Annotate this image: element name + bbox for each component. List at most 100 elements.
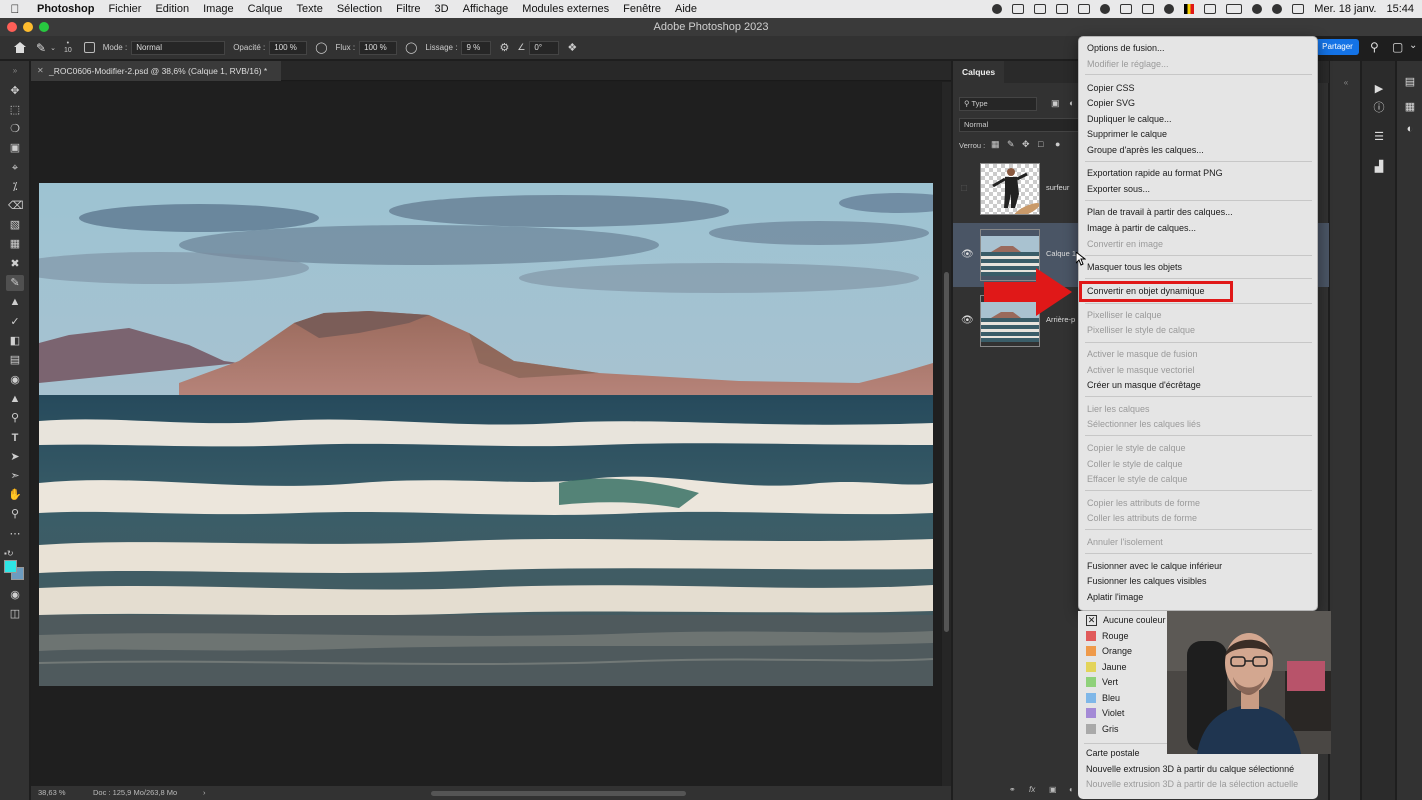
brush-size[interactable]: 10 <box>64 47 72 55</box>
link-icon[interactable]: ⚭ <box>1009 785 1016 794</box>
layer-name[interactable]: surfeur <box>1046 183 1069 192</box>
fx-icon[interactable]: fx <box>1029 785 1035 794</box>
menu-3d[interactable]: 3D <box>428 3 456 15</box>
color-item-gris[interactable]: Gris <box>1086 722 1119 736</box>
menu-item-supprimer[interactable]: Supprimer le calque <box>1087 127 1167 141</box>
bandage-icon[interactable]: ▧ <box>8 219 22 231</box>
control-center-icon[interactable] <box>1292 4 1305 14</box>
clock-time[interactable]: 15:44 <box>1386 3 1414 15</box>
menu-item-extrusion-calque[interactable]: Nouvelle extrusion 3D à partir du calque… <box>1086 762 1294 776</box>
home-icon[interactable] <box>14 42 26 53</box>
camera-icon[interactable] <box>1034 4 1047 14</box>
lock-artboard-icon[interactable]: □ <box>1038 139 1043 149</box>
dodge-icon[interactable]: ▲ <box>8 393 22 405</box>
swatches-icon[interactable]: ▦ <box>1404 101 1416 113</box>
history-brush-icon[interactable]: ✓ <box>8 316 22 328</box>
workspace-icon[interactable]: ▢ <box>1392 40 1403 54</box>
color-item-jaune[interactable]: Jaune <box>1086 660 1127 674</box>
zoom-window-icon[interactable] <box>39 22 49 32</box>
properties-icon[interactable]: ☰ <box>1373 131 1385 143</box>
eyedropper-icon[interactable]: ⁒ <box>8 181 22 193</box>
adjustments-icon[interactable]: ◐ <box>1404 123 1416 135</box>
play-icon[interactable]: ▶ <box>1373 83 1385 95</box>
mode-select[interactable]: Normal <box>131 40 226 55</box>
angle-field[interactable]: 0° <box>529 40 560 55</box>
chevron-down-icon[interactable]: ⌄ <box>50 44 56 52</box>
bluetooth-icon[interactable] <box>1204 4 1217 14</box>
stamp-icon[interactable]: ▲ <box>8 296 22 308</box>
adjustment-filter-icon[interactable]: ◐ <box>1069 98 1074 108</box>
path-select-icon[interactable]: ➤ <box>8 451 22 463</box>
brush-settings-icon[interactable] <box>83 42 95 53</box>
share-button[interactable]: Partager <box>1316 39 1359 55</box>
vertical-scrollbar[interactable] <box>942 82 951 786</box>
menu-aide[interactable]: Aide <box>668 3 704 15</box>
canvas-image[interactable] <box>39 183 933 686</box>
clipboard-icon[interactable] <box>1078 4 1091 14</box>
frame-icon[interactable]: ▦ <box>8 238 22 250</box>
hand-icon[interactable]: ✋ <box>8 489 22 501</box>
color-item-vert[interactable]: Vert <box>1086 675 1118 689</box>
mask-icon[interactable]: ▣ <box>1049 785 1057 794</box>
panel-expand-icon[interactable]: « <box>1340 77 1352 89</box>
lasso-icon[interactable]: ❍ <box>8 123 22 135</box>
blur-icon[interactable]: ◉ <box>8 374 22 386</box>
wifi-icon[interactable] <box>1252 4 1263 14</box>
flux-field[interactable]: 100 % <box>359 40 398 55</box>
screen-record-icon[interactable] <box>1012 4 1025 14</box>
symmetry-icon[interactable]: ❖ <box>567 41 577 54</box>
color-item-violet[interactable]: Violet <box>1086 706 1124 720</box>
menu-filtre[interactable]: Filtre <box>389 3 427 15</box>
volume-icon[interactable] <box>1142 4 1155 14</box>
document-tab[interactable]: ✕ _ROC0606-Modifier-2.psd @ 38,6% (Calqu… <box>31 61 282 81</box>
menu-item-fusionner-visibles[interactable]: Fusionner les calques visibles <box>1087 574 1207 588</box>
display-icon[interactable] <box>1120 4 1133 14</box>
menu-item-fusionner-inferieur[interactable]: Fusionner avec le calque inférieur <box>1087 559 1222 573</box>
menu-affichage[interactable]: Affichage <box>456 3 516 15</box>
color-item-rouge[interactable]: Rouge <box>1086 629 1129 643</box>
menu-fichier[interactable]: Fichier <box>101 3 148 15</box>
direct-select-icon[interactable]: ➣ <box>8 470 22 482</box>
stamp-panel-icon[interactable]: ▟ <box>1373 161 1385 173</box>
battery-icon[interactable] <box>1226 4 1243 14</box>
color-item-aucune[interactable]: ✕ Aucune couleur <box>1086 613 1166 627</box>
lissage-field[interactable]: 9 % <box>461 40 492 55</box>
eraser-icon[interactable]: ◧ <box>8 335 22 347</box>
menu-item-plan-travail[interactable]: Plan de travail à partir des calques... <box>1087 205 1233 219</box>
healing-icon[interactable]: ⌫ <box>8 200 24 212</box>
foreground-color-swatch[interactable] <box>4 560 17 573</box>
lock-transparent-icon[interactable]: ▦ <box>991 139 1000 150</box>
menu-item-masquer-objets[interactable]: Masquer tous les objets <box>1087 260 1182 274</box>
spotlight-icon[interactable] <box>1272 4 1283 14</box>
menu-app[interactable]: Photoshop <box>30 3 101 15</box>
creative-cloud-icon[interactable] <box>992 4 1003 14</box>
crop-icon[interactable]: ⌖ <box>8 162 22 174</box>
apple-icon[interactable]:  <box>0 2 30 16</box>
tab-calques[interactable]: Calques <box>953 61 1005 83</box>
marquee-icon[interactable]: ⬚ <box>8 104 22 116</box>
color-item-bleu[interactable]: Bleu <box>1086 691 1120 705</box>
panel-collapse-icon[interactable]: » <box>8 65 22 77</box>
brush-tool-icon[interactable]: ✎ <box>36 41 46 55</box>
menu-edition[interactable]: Edition <box>148 3 196 15</box>
menu-item-groupe[interactable]: Groupe d'après les calques... <box>1087 143 1204 157</box>
minimize-window-icon[interactable] <box>23 22 33 32</box>
quick-mask-icon[interactable]: ◉ <box>8 589 22 601</box>
zoom-level[interactable]: 38,63 % <box>38 786 66 800</box>
screen-mode-icon[interactable]: ◫ <box>8 608 22 620</box>
zoom-icon[interactable]: ⚲ <box>8 508 22 520</box>
adjustment-icon[interactable]: ◐ <box>1069 785 1074 794</box>
menu-item-dupliquer[interactable]: Dupliquer le calque... <box>1087 112 1172 126</box>
object-select-icon[interactable]: ▣ <box>8 142 22 154</box>
menu-texte[interactable]: Texte <box>290 3 330 15</box>
search-icon[interactable]: ⚲ <box>1370 40 1379 54</box>
menu-image[interactable]: Image <box>196 3 241 15</box>
layer-filter-select[interactable]: ⚲ Type <box>959 97 1037 111</box>
menu-item-exporter-sous[interactable]: Exporter sous... <box>1087 182 1150 196</box>
menu-item-export-png[interactable]: Exportation rapide au format PNG <box>1087 166 1223 180</box>
scrollbar-thumb[interactable] <box>944 272 949 632</box>
notes-icon[interactable] <box>1056 4 1069 14</box>
brush-preset-icon[interactable]: • <box>67 40 69 47</box>
info-icon[interactable]: ⓘ <box>1373 102 1385 114</box>
menu-item-image-calques[interactable]: Image à partir de calques... <box>1087 221 1196 235</box>
